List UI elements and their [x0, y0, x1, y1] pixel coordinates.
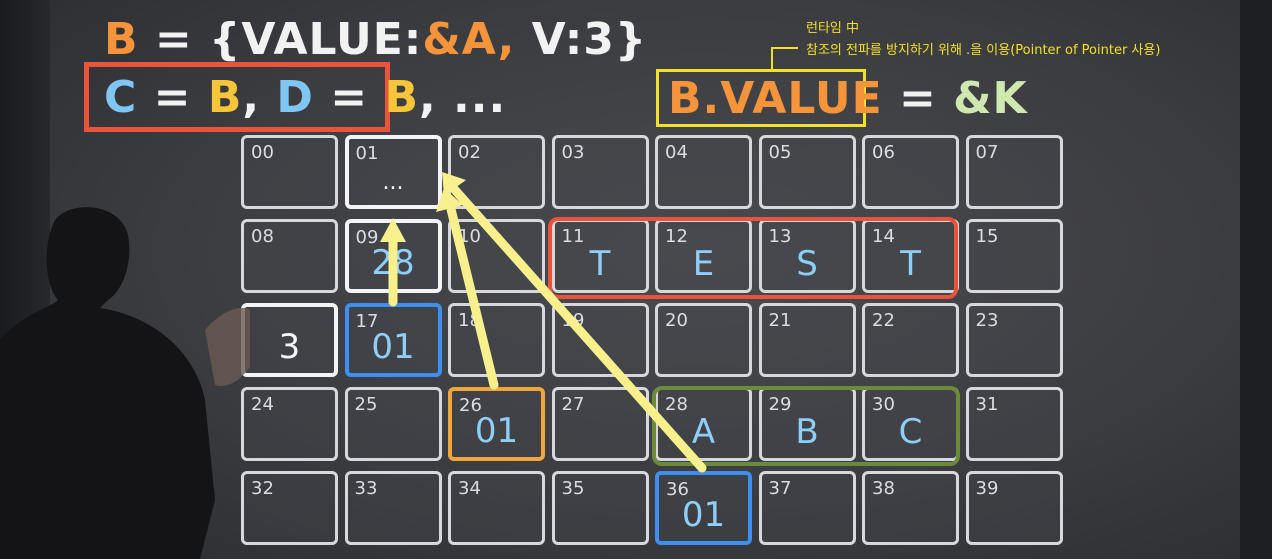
ellipsis: , ... — [419, 72, 507, 123]
cell-address: 05 — [768, 142, 792, 163]
cell-address: 39 — [975, 478, 999, 499]
cell-address: 21 — [768, 310, 792, 331]
memory-cell: 39 — [965, 471, 1063, 545]
cell-address: 34 — [458, 478, 481, 499]
eq-2: = — [313, 72, 385, 123]
test-string-group — [548, 217, 958, 299]
cell-address: 24 — [251, 394, 274, 415]
memory-cell: 18 — [448, 303, 545, 377]
cell-address: 37 — [768, 478, 792, 499]
cell-address: 23 — [975, 310, 999, 331]
cell-address: 08 — [251, 226, 274, 247]
memory-cell: 03 — [551, 135, 649, 209]
cell-value: 28 — [371, 243, 415, 283]
var-b-2: B — [384, 72, 419, 123]
memory-cell: 10 — [448, 219, 545, 293]
memory-cell: 17 01 — [344, 303, 442, 377]
eq-1: = — [137, 72, 208, 123]
annotation-line-2: 참조의 전파를 방지하기 위해 .을 이용(Pointer of Pointer… — [806, 43, 1161, 58]
memory-cell: 00 — [241, 135, 338, 209]
cell-address: 02 — [458, 142, 481, 163]
cell-address: 10 — [458, 226, 481, 247]
cell-value: ... — [382, 170, 404, 195]
cell-address: 22 — [872, 310, 895, 331]
memory-cell: 15 — [965, 219, 1063, 293]
cell-address: 04 — [665, 142, 688, 163]
cell-address: 27 — [561, 394, 585, 415]
memory-cell: 20 — [655, 303, 752, 377]
var-d: D — [276, 72, 314, 123]
presenter-silhouette — [0, 207, 250, 559]
memory-cell: 02 — [448, 135, 545, 209]
cell-value: 3 — [278, 327, 301, 367]
memory-cell: 21 — [758, 303, 856, 377]
memory-cell: 01... — [344, 135, 442, 209]
memory-cell: 19 — [551, 303, 649, 377]
memory-cell: 06 — [862, 135, 959, 209]
cell-address: 03 — [561, 142, 585, 163]
abc-string-group — [652, 386, 960, 466]
memory-cell: 25 — [344, 387, 442, 461]
cell-address: 07 — [975, 142, 999, 163]
cell-address: 01 — [355, 143, 379, 164]
memory-cell: 07 — [965, 135, 1063, 209]
cell-address: 00 — [251, 142, 274, 163]
memory-cell: 27 — [551, 387, 649, 461]
memory-cell: 26 01 — [448, 387, 545, 461]
memory-cell: 23 — [965, 303, 1063, 377]
cell-address: 20 — [665, 310, 688, 331]
expression-right: B.VALUE = &K — [668, 73, 1028, 124]
memory-cell: 35 — [551, 471, 649, 545]
value-open: = {VALUE: — [138, 14, 423, 65]
amp-k: &K — [953, 73, 1028, 124]
cell-address: 35 — [561, 478, 585, 499]
var-c: C — [104, 72, 138, 123]
cell-address: 15 — [975, 226, 999, 247]
cell-value: 01 — [681, 495, 726, 535]
cell-address: 18 — [458, 310, 481, 331]
memory-cell: 08 — [241, 219, 338, 293]
cell-address: 33 — [354, 478, 378, 499]
memory-cell: 32 — [241, 471, 338, 545]
memory-cell: 3 — [241, 303, 338, 377]
expression-line-2: C = B, D = B, ... — [104, 72, 506, 123]
memory-cell: 05 — [758, 135, 856, 209]
var-b: B — [104, 14, 139, 65]
memory-cell: 36 01 — [655, 471, 752, 545]
amp-a: &A, — [422, 14, 516, 65]
memory-cell: 24 — [241, 387, 338, 461]
memory-cell: 22 — [862, 303, 959, 377]
cell-address: 19 — [561, 310, 585, 331]
cell-address: 06 — [872, 142, 895, 163]
cell-value: 01 — [474, 411, 519, 451]
eq-right: = — [882, 73, 954, 124]
memory-cell: 37 — [758, 471, 856, 545]
cell-address: 38 — [872, 478, 895, 499]
cell-value: 01 — [371, 327, 415, 367]
annotation-line-1: 런타임 中 — [806, 21, 860, 36]
b-value: B.VALUE — [668, 73, 883, 124]
var-b-1: B — [207, 72, 243, 123]
memory-cell: 38 — [862, 471, 959, 545]
memory-cell: 31 — [965, 387, 1063, 461]
expression-line-1: B = {VALUE:&A, V:3} — [104, 14, 647, 65]
v-part: V:3} — [515, 14, 648, 65]
comma: , — [242, 72, 277, 123]
memory-cell: 09 28 — [344, 219, 442, 293]
cell-address: 32 — [251, 478, 274, 499]
cell-address: 31 — [975, 394, 999, 415]
memory-cell: 34 — [448, 471, 545, 545]
memory-cell: 04 — [655, 135, 752, 209]
memory-cell: 33 — [344, 471, 442, 545]
cell-address: 25 — [354, 394, 378, 415]
